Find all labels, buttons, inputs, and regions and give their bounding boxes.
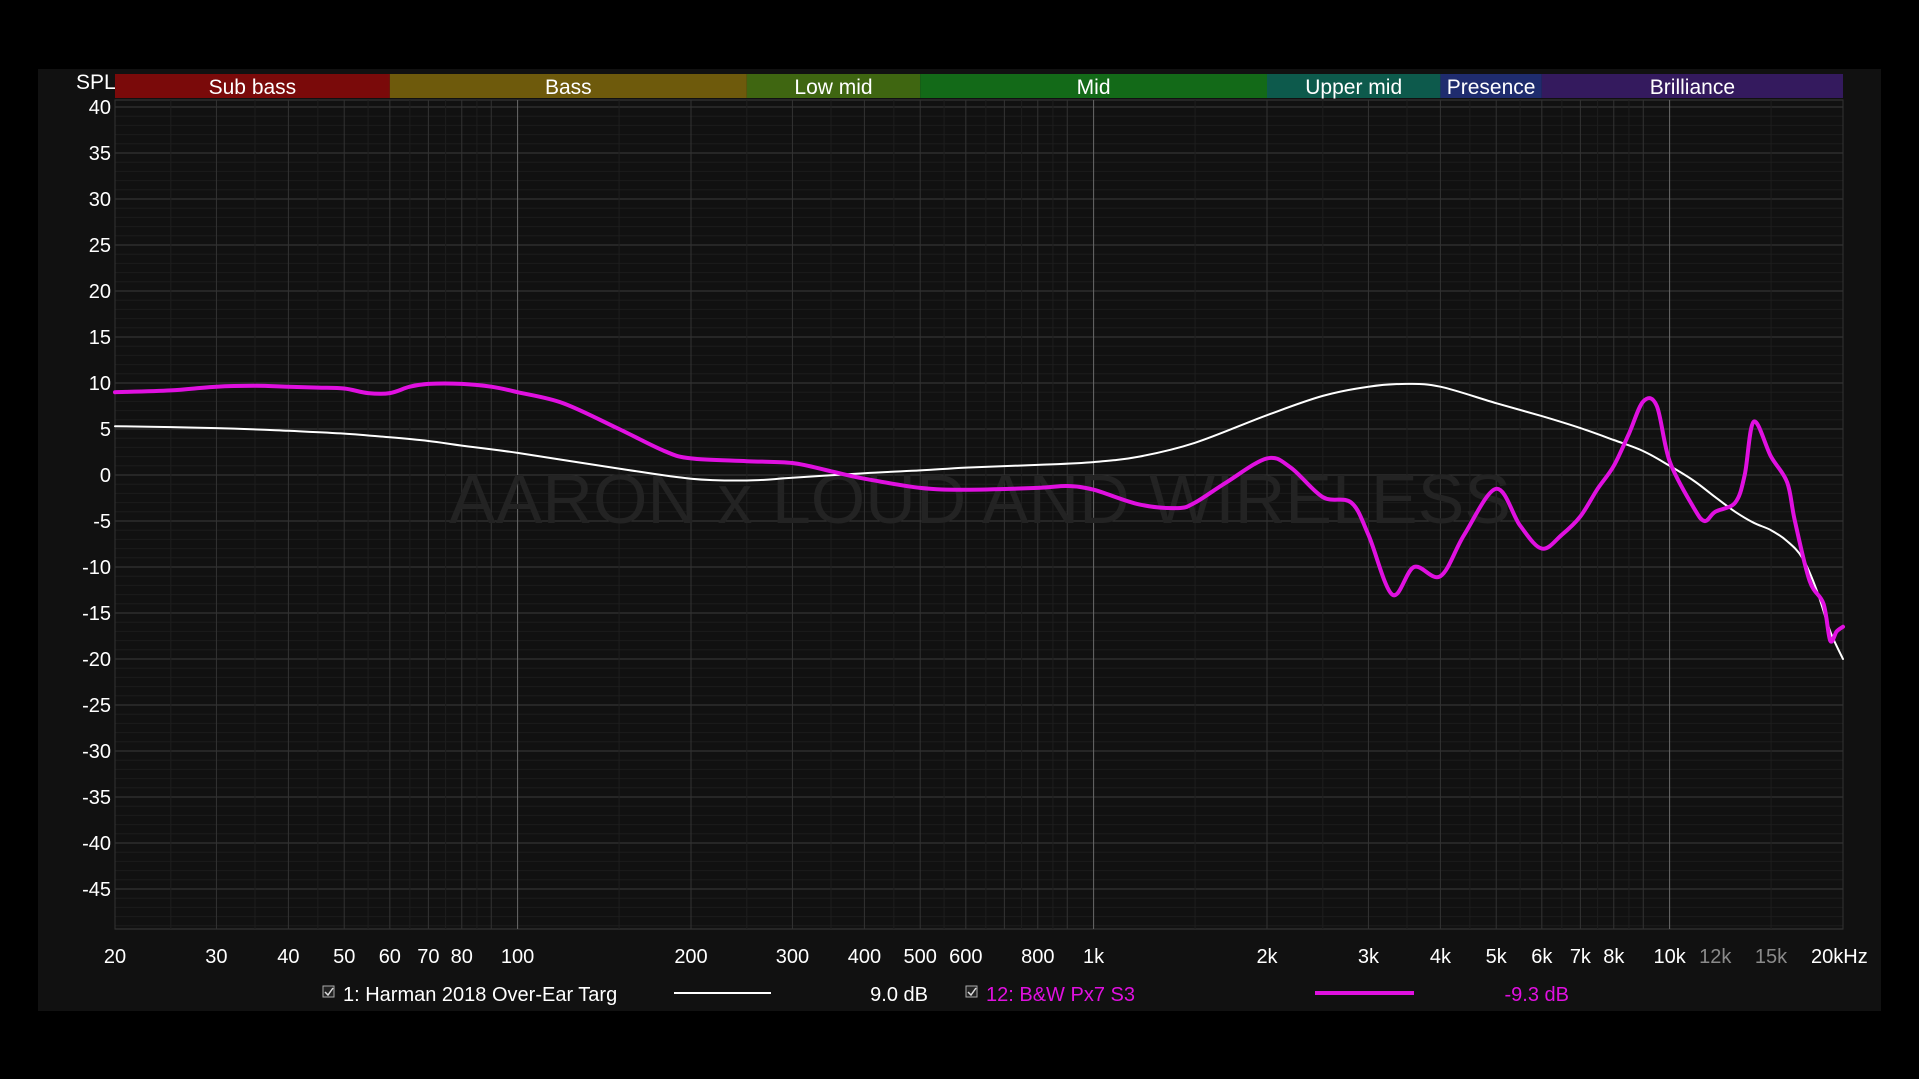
legend-offset: -9.3 dB	[1505, 984, 1569, 1006]
x-tick-label: 200	[674, 946, 707, 968]
y-tick-label: 40	[89, 97, 111, 119]
x-tick-label: 80	[451, 946, 473, 968]
legend-label: 1: Harman 2018 Over-Ear Targ	[343, 984, 617, 1006]
x-tick-label: 5k	[1486, 946, 1508, 968]
y-axis-label: SPL	[76, 71, 116, 94]
band-label: Brilliance	[1650, 76, 1735, 99]
band-label: Upper mid	[1305, 76, 1402, 99]
x-tick-label: 70	[417, 946, 439, 968]
x-tick-label: 50	[333, 946, 355, 968]
x-tick-label: 8k	[1603, 946, 1625, 968]
y-tick-label: -35	[82, 787, 111, 809]
x-tick-label: 500	[904, 946, 937, 968]
x-tick-label: 1k	[1083, 946, 1105, 968]
y-tick-label: 5	[100, 419, 111, 441]
x-tick-label: 2k	[1256, 946, 1278, 968]
y-tick-label: 20	[89, 281, 111, 303]
x-tick-label: 600	[949, 946, 982, 968]
x-tick-label: 60	[379, 946, 401, 968]
x-tick-label: 7k	[1570, 946, 1592, 968]
x-tick-label: 12k	[1699, 946, 1732, 968]
x-tick-label: 30	[205, 946, 227, 968]
legend-item-2[interactable]: 12: B&W Px7 S3 -9.3 dB	[965, 984, 1569, 1006]
x-tick-label: 400	[848, 946, 881, 968]
y-tick-label: -45	[82, 879, 111, 901]
y-tick-label: -15	[82, 603, 111, 625]
x-tick-label: 6k	[1531, 946, 1553, 968]
legend-item-1[interactable]: 1: Harman 2018 Over-Ear Targ 9.0 dB	[322, 984, 928, 1006]
legend-offset: 9.0 dB	[870, 984, 928, 1006]
x-tick-label: 15k	[1755, 946, 1788, 968]
x-tick-label: 10k	[1653, 946, 1686, 968]
band-label: Sub bass	[209, 76, 297, 99]
band-label: Mid	[1077, 76, 1111, 99]
y-tick-label: 25	[89, 235, 111, 257]
y-tick-labels: 40 35 30 25 20 15 10 5 0 -5 -10 -15 -20 -25 -30 -35 -40 -…	[82, 97, 111, 901]
y-tick-label: 35	[89, 143, 111, 165]
x-tick-label: 100	[501, 946, 534, 968]
frequency-response-chart: Sub bass Bass Low mid Mid Upper mid Presence B…	[76, 71, 1868, 1006]
y-tick-label: -5	[93, 511, 111, 533]
y-tick-label: 10	[89, 373, 111, 395]
band-label: Bass	[545, 76, 592, 99]
frequency-bands: Sub bass Bass Low mid Mid Upper mid Presence B…	[115, 74, 1843, 99]
x-tick-label: 300	[776, 946, 809, 968]
x-tick-label: 3k	[1358, 946, 1380, 968]
x-tick-label: 800	[1021, 946, 1054, 968]
legend: 1: Harman 2018 Over-Ear Targ 9.0 dB 12: B&…	[322, 984, 1569, 1006]
x-tick-label: 40	[277, 946, 299, 968]
y-tick-label: 30	[89, 189, 111, 211]
band-label: Low mid	[794, 76, 872, 99]
x-tick-label: 20kHz	[1811, 946, 1868, 968]
x-tick-label: 4k	[1430, 946, 1452, 968]
y-tick-label: -40	[82, 833, 111, 855]
watermark: AARON x LOUD AND WIRELESS	[449, 460, 1511, 538]
y-tick-label: -30	[82, 741, 111, 763]
band-label: Presence	[1447, 76, 1536, 99]
y-tick-label: 15	[89, 327, 111, 349]
y-tick-label: 0	[100, 465, 111, 487]
y-tick-label: -10	[82, 557, 111, 579]
y-tick-label: -20	[82, 649, 111, 671]
y-tick-label: -25	[82, 695, 111, 717]
x-tick-labels: 20 30 40 50 60 70 80 100 200 300 400 500 600 800 1k 2k 3…	[104, 946, 1868, 968]
x-tick-label: 20	[104, 946, 126, 968]
legend-label: 12: B&W Px7 S3	[986, 984, 1135, 1006]
